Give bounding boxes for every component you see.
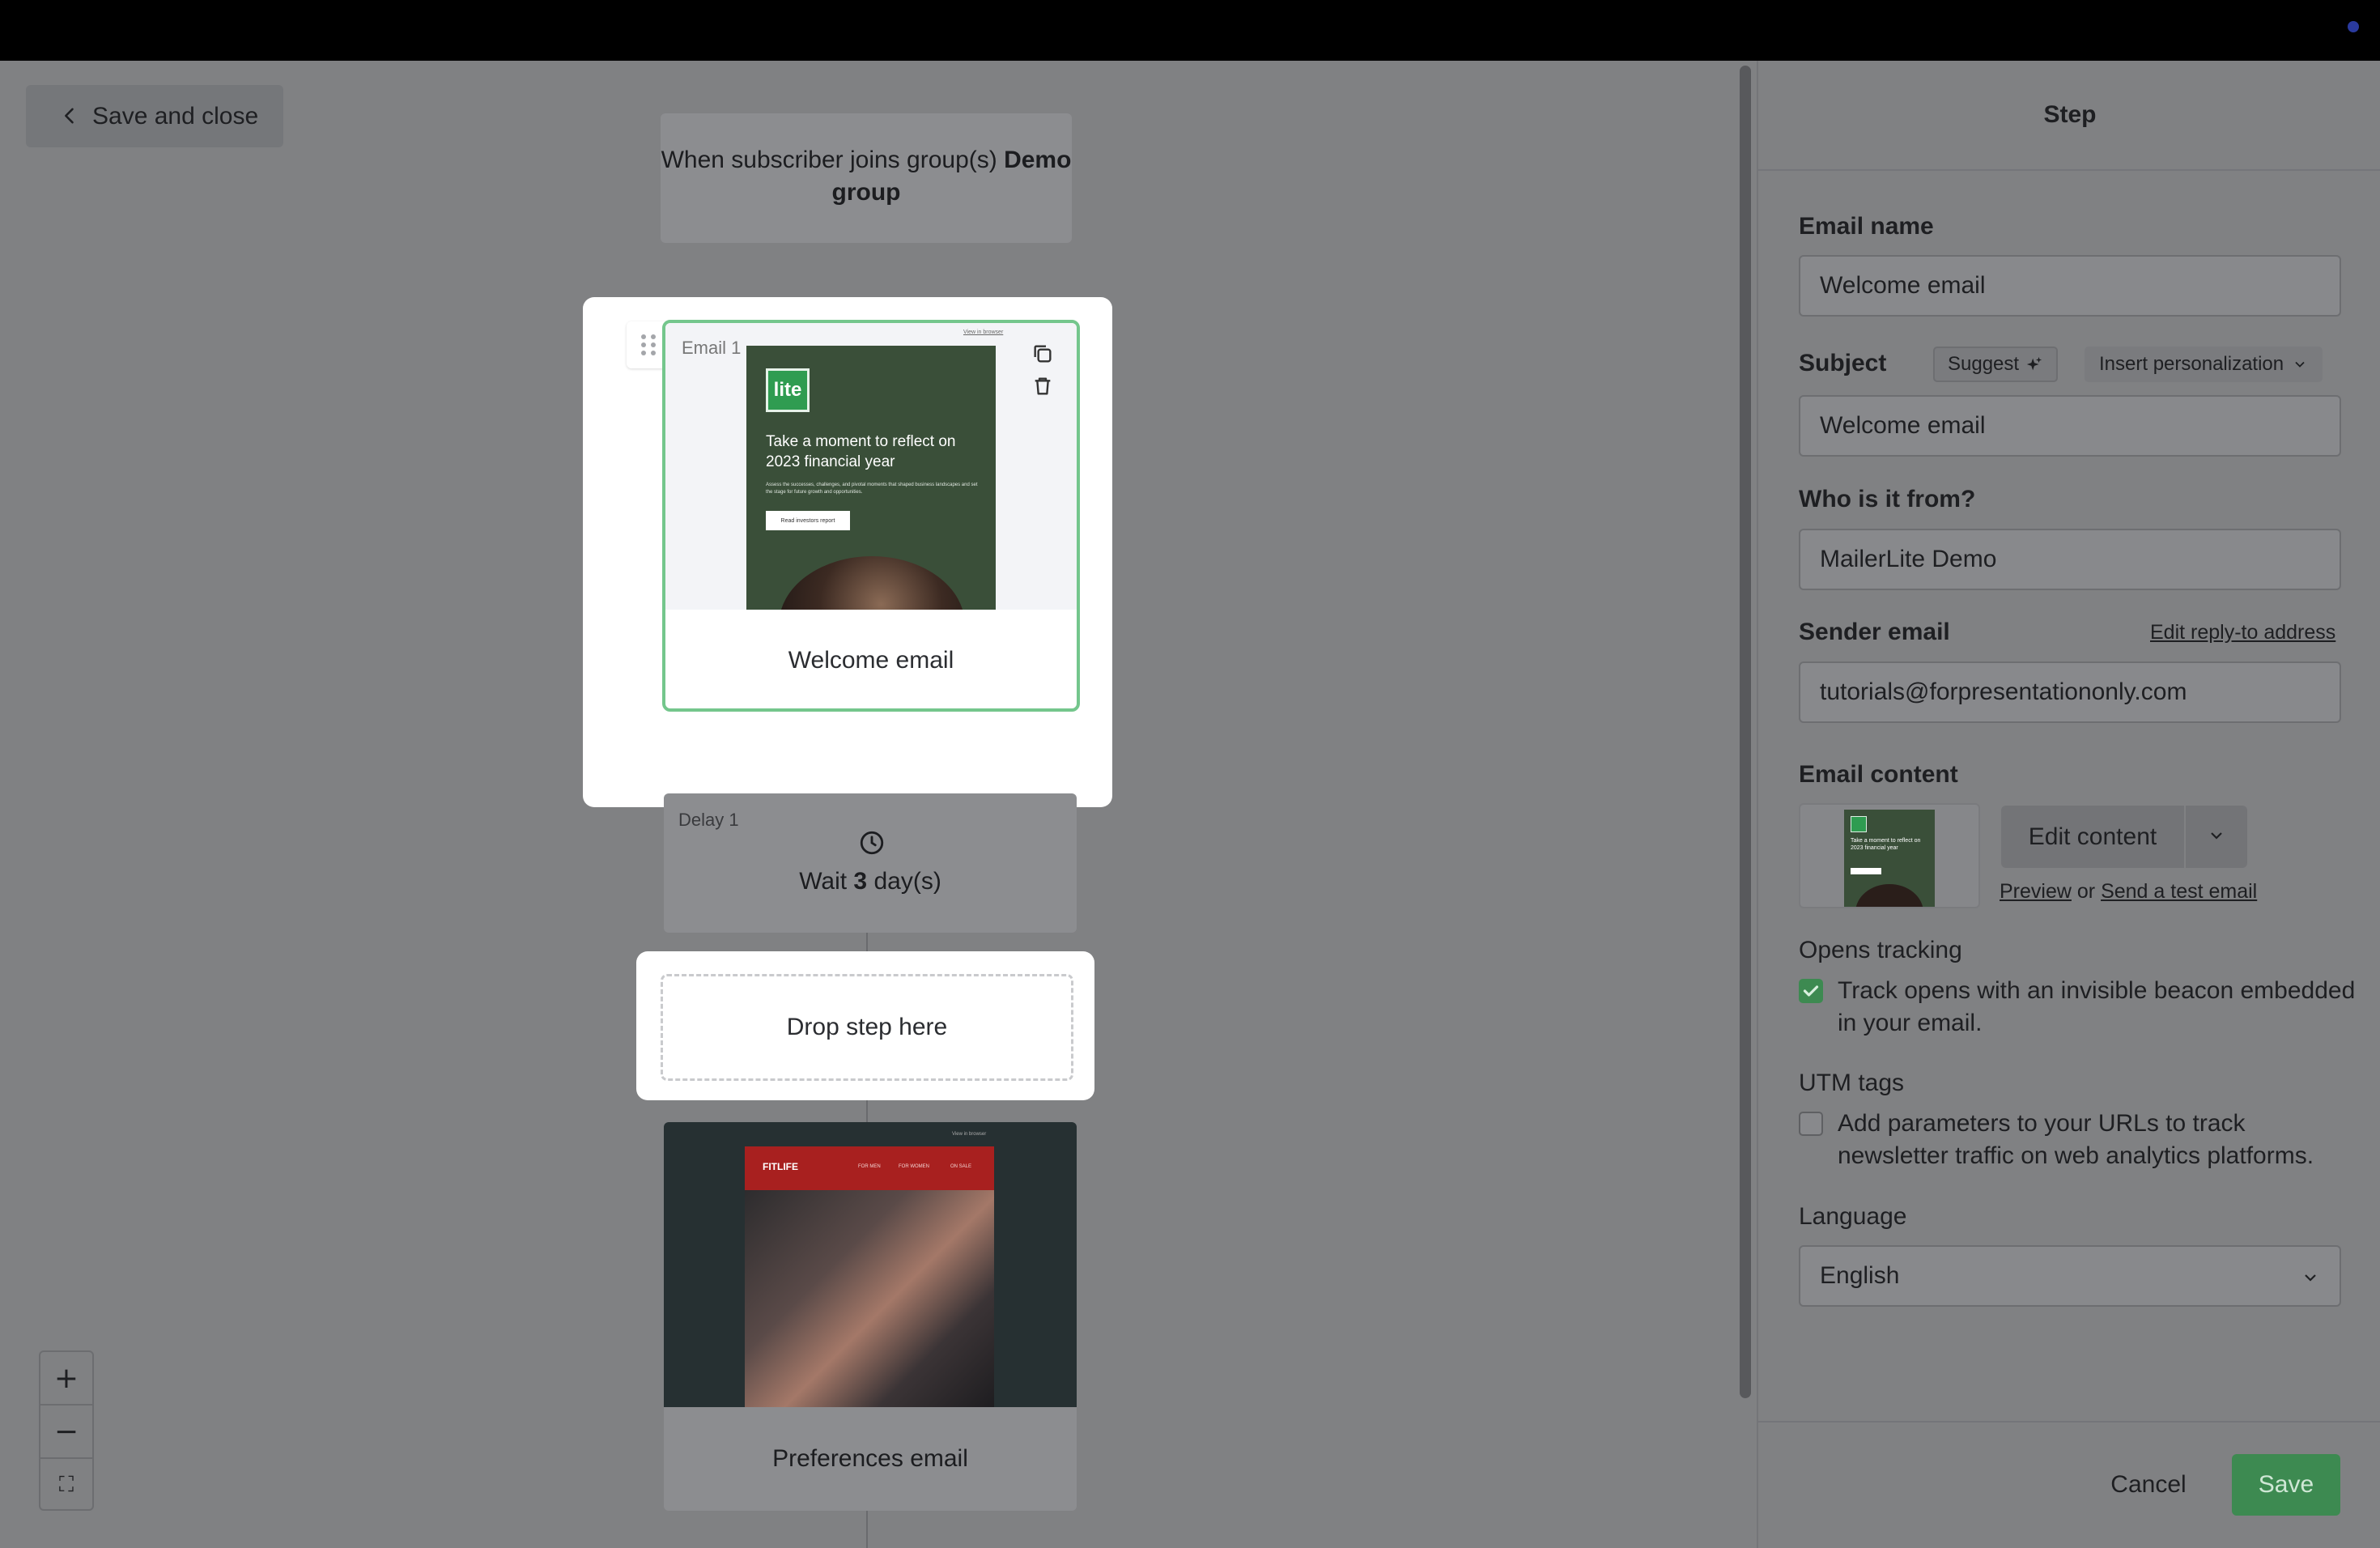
insert-personalization-dropdown[interactable]: Insert personalization — [2085, 347, 2323, 382]
delay-text: Wait 3 day(s) — [664, 868, 1077, 895]
status-dot — [2348, 21, 2359, 32]
drop-zone[interactable]: Drop step here — [661, 974, 1073, 1081]
opens-tracking-text: Track opens with an invisible beacon emb… — [1838, 977, 2356, 1036]
email-content-thumbnail[interactable]: Take a moment to reflect on 2023 financi… — [1799, 803, 1980, 908]
chevron-left-icon — [65, 108, 74, 124]
edit-content-button[interactable]: Edit content — [2001, 806, 2184, 868]
cancel-button[interactable]: Cancel — [2080, 1454, 2216, 1516]
canvas-scrollbar[interactable] — [1732, 61, 1757, 1548]
thumbnail-brand: FITLIFE — [763, 1161, 798, 1172]
thumbnail-cta: Read investors report — [766, 511, 850, 530]
email-step-name: Welcome email — [788, 647, 954, 674]
from-name-input[interactable]: MailerLite Demo — [1799, 529, 2341, 590]
email-step-card[interactable]: View in browser FITLIFE FOR MEN FOR WOME… — [664, 1122, 1077, 1511]
step-tag: Email 1 — [682, 338, 742, 358]
trigger-step[interactable]: When subscriber joins group(s) Demo grou… — [661, 113, 1072, 243]
thumbnail-headline: Take a moment to reflect on 2023 financi… — [766, 433, 956, 470]
sparkle-icon — [2026, 356, 2042, 371]
save-button[interactable]: Save — [2232, 1454, 2340, 1516]
utm-tags-checkbox[interactable] — [1799, 1112, 1823, 1136]
subject-input[interactable]: Welcome email — [1799, 395, 2341, 457]
trigger-text: When subscriber joins group(s) — [661, 147, 997, 173]
view-in-browser-link: View in browser — [963, 330, 1004, 335]
divider — [1758, 169, 2380, 171]
delay-prefix: Wait — [799, 868, 848, 895]
email-step-name: Preferences email — [772, 1445, 968, 1472]
opens-tracking-label: Opens tracking — [1799, 937, 1962, 963]
edit-content-dropdown[interactable] — [2186, 806, 2247, 868]
step-tag: Delay 1 — [678, 810, 739, 830]
trash-icon[interactable] — [1030, 373, 1056, 399]
email-thumbnail: lite Take a moment to reflect on 2023 fi… — [746, 346, 996, 610]
mini-cta — [1851, 868, 1881, 874]
edit-reply-to-link[interactable]: Edit reply-to address — [2150, 621, 2335, 644]
insert-personalization-label: Insert personalization — [2099, 353, 2284, 375]
chevron-down-icon — [2295, 361, 2305, 368]
chevron-down-icon — [2305, 1274, 2316, 1282]
email-thumbnail: View in browser FITLIFE FOR MEN FOR WOME… — [664, 1122, 1077, 1407]
subject-label: Subject — [1799, 350, 1887, 376]
zoom-controls: + − ⛶ — [39, 1350, 94, 1511]
email-name-label: Email name — [1799, 213, 1934, 240]
fit-to-screen-button[interactable]: ⛶ — [40, 1459, 92, 1511]
email-step-card[interactable]: lite Take a moment to reflect on 2023 fi… — [662, 320, 1080, 712]
email-name-input[interactable]: Welcome email — [1799, 255, 2341, 317]
check-icon — [1803, 985, 1819, 997]
suggest-button[interactable]: Suggest — [1933, 347, 2059, 382]
mini-headline: Take a moment to reflect on 2023 financi… — [1851, 838, 1921, 851]
thumbnail-nav-item: ON SALE — [950, 1164, 972, 1169]
sender-email-label: Sender email — [1799, 619, 1950, 645]
thumbnail-nav-item: FOR WOMEN — [899, 1164, 929, 1169]
opens-tracking-checkbox[interactable] — [1799, 979, 1823, 1003]
preview-link[interactable]: Preview — [2000, 880, 2072, 903]
utm-tags-label: UTM tags — [1799, 1070, 1905, 1096]
thumbnail-photo — [779, 556, 965, 610]
sender-email-input[interactable]: tutorials@forpresentationonly.com — [1799, 661, 2341, 723]
top-bar — [0, 0, 2380, 61]
language-select[interactable]: English — [1799, 1245, 2341, 1307]
delay-step[interactable]: Delay 1 Wait 3 day(s) — [664, 793, 1077, 933]
chevron-down-icon — [2211, 832, 2222, 840]
delay-amount: 3 — [853, 868, 868, 895]
email-content-label: Email content — [1799, 761, 1958, 788]
scrollbar-thumb[interactable] — [1740, 66, 1751, 1398]
language-label: Language — [1799, 1203, 1907, 1230]
delay-unit: day(s) — [873, 868, 941, 895]
thumbnail-photo — [745, 1190, 994, 1407]
brand-logo: lite — [766, 368, 810, 412]
connector-line — [866, 1100, 868, 1123]
duplicate-icon[interactable] — [1030, 341, 1056, 367]
thumbnail-body: Assess the successes, challenges, and pi… — [766, 483, 978, 495]
email-thumbnail-area: lite Take a moment to reflect on 2023 fi… — [665, 323, 1077, 610]
send-test-email-link[interactable]: Send a test email — [2101, 880, 2257, 903]
mini-email-preview: Take a moment to reflect on 2023 financi… — [1844, 810, 1935, 907]
connector-line — [866, 1511, 868, 1548]
view-in-browser-link: View in browser — [952, 1132, 987, 1137]
utm-tags-text: Add parameters to your URLs to track new… — [1838, 1110, 2314, 1169]
suggest-label: Suggest — [1948, 353, 2020, 375]
clock-icon — [860, 831, 884, 855]
thumbnail-header: FITLIFE FOR MEN FOR WOMEN ON SALE — [745, 1146, 994, 1190]
from-label: Who is it from? — [1799, 486, 1976, 512]
divider — [1758, 1421, 2380, 1423]
save-and-close-label: Save and close — [92, 102, 259, 130]
language-value: English — [1820, 1262, 1900, 1289]
panel-title: Step — [2043, 101, 2097, 128]
zoom-in-button[interactable]: + — [40, 1352, 92, 1404]
zoom-out-button[interactable]: − — [40, 1406, 92, 1457]
mini-photo — [1855, 884, 1923, 907]
mini-logo — [1851, 816, 1867, 832]
save-and-close-button[interactable]: Save and close — [26, 85, 283, 147]
content-links: Preview or Send a test email — [2000, 880, 2257, 904]
or-text: or — [2076, 880, 2096, 903]
thumbnail-nav-item: FOR MEN — [858, 1164, 881, 1169]
